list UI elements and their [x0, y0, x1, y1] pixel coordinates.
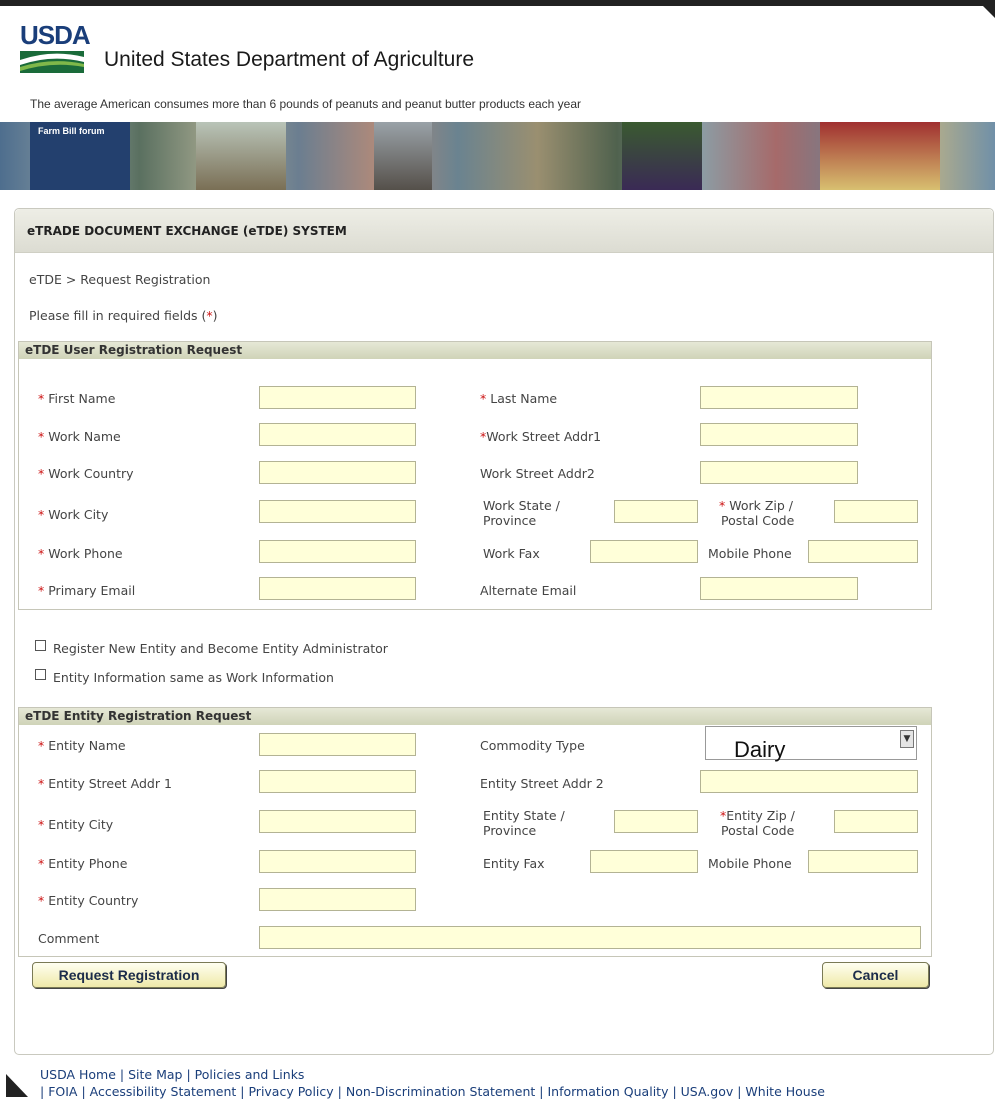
alternate-email-label: Alternate Email	[480, 583, 577, 598]
work-zip-field[interactable]	[834, 500, 918, 523]
site-map-link[interactable]: Site Map	[128, 1067, 182, 1082]
agency-name: United States Department of Agriculture	[104, 48, 475, 71]
last-name-field[interactable]	[700, 386, 858, 409]
required-instructions: Please fill in required fields (*)	[29, 308, 218, 323]
work-state-field[interactable]	[614, 500, 698, 523]
entity-country-field[interactable]	[259, 888, 416, 911]
work-city-field[interactable]	[259, 500, 416, 523]
work-street1-label: *Work Street Addr1	[480, 429, 602, 444]
logo-swoosh-icon	[20, 51, 84, 73]
request-registration-button[interactable]: Request Registration	[32, 962, 226, 988]
first-name-field[interactable]	[259, 386, 416, 409]
entity-zip-label: *Entity Zip / Postal Code	[720, 808, 795, 838]
work-street1-field[interactable]	[700, 423, 858, 446]
work-name-field[interactable]	[259, 423, 416, 446]
same-as-work-label: Entity Information same as Work Informat…	[53, 670, 334, 685]
top-border	[0, 0, 995, 6]
entity-phone-label: * Entity Phone	[38, 856, 128, 871]
work-street2-label: Work Street Addr2	[480, 466, 595, 481]
section-title: eTDE Entity Registration Request	[19, 708, 931, 725]
comment-field[interactable]	[259, 926, 921, 949]
chevron-down-icon[interactable]: ▼	[900, 730, 914, 748]
footer-links-primary: USDA Home | Site Map | Policies and Link…	[40, 1067, 305, 1082]
logo-text: USDA	[20, 20, 91, 50]
usda-logo[interactable]: USDA	[20, 20, 91, 77]
entity-street1-field[interactable]	[259, 770, 416, 793]
entity-mobile-phone-field[interactable]	[808, 850, 918, 873]
primary-email-label: * Primary Email	[38, 583, 136, 598]
section-title: eTDE User Registration Request	[19, 342, 931, 359]
commodity-type-label: Commodity Type	[480, 738, 585, 753]
footer-arrow-icon	[6, 1074, 28, 1097]
entity-city-field[interactable]	[259, 810, 416, 833]
work-state-label: Work State / Province	[483, 498, 560, 528]
banner-photo-grapes	[622, 122, 702, 190]
banner-photo-official	[374, 122, 432, 190]
mobile-phone-field[interactable]	[808, 540, 918, 563]
register-entity-checkbox[interactable]	[35, 640, 46, 651]
work-name-label: * Work Name	[38, 429, 121, 444]
banner-badge: Farm Bill forum	[38, 126, 105, 136]
breadcrumb: eTDE > Request Registration	[29, 272, 211, 287]
policies-link[interactable]: Policies and Links	[195, 1067, 305, 1082]
panel-header: eTRADE DOCUMENT EXCHANGE (eTDE) SYSTEM	[15, 209, 993, 253]
work-fax-field[interactable]	[590, 540, 698, 563]
same-as-work-checkbox[interactable]	[35, 669, 46, 680]
fun-fact: The average American consumes more than …	[30, 97, 582, 111]
entity-city-label: * Entity City	[38, 817, 114, 832]
work-fax-label: Work Fax	[483, 546, 540, 561]
register-entity-label: Register New Entity and Become Entity Ad…	[53, 641, 388, 656]
work-street2-field[interactable]	[700, 461, 858, 484]
banner-photo-farmer	[196, 122, 286, 190]
work-country-field[interactable]	[259, 461, 416, 484]
entity-mobile-phone-label: Mobile Phone	[708, 856, 792, 871]
last-name-label: * Last Name	[480, 391, 558, 406]
first-name-label: * First Name	[38, 391, 116, 406]
work-phone-field[interactable]	[259, 540, 416, 563]
work-phone-label: * Work Phone	[38, 546, 123, 561]
commodity-type-select[interactable]: Dairy ▼	[705, 726, 917, 762]
entity-street2-field[interactable]	[700, 770, 918, 793]
entity-fax-label: Entity Fax	[483, 856, 545, 871]
commodity-type-value: Dairy	[734, 737, 786, 762]
entity-phone-field[interactable]	[259, 850, 416, 873]
primary-email-field[interactable]	[259, 577, 416, 600]
usda-home-link[interactable]: USDA Home	[40, 1067, 116, 1082]
work-zip-label: * Work Zip / Postal Code	[719, 498, 795, 528]
corner-decoration	[977, 0, 995, 18]
work-city-label: * Work City	[38, 507, 109, 522]
entity-fax-field[interactable]	[590, 850, 698, 873]
comment-label: Comment	[38, 931, 100, 946]
entity-name-field[interactable]	[259, 733, 416, 756]
photo-banner: Farm Bill forum	[0, 122, 995, 190]
entity-street2-label: Entity Street Addr 2	[480, 776, 604, 791]
mobile-phone-label: Mobile Phone	[708, 546, 792, 561]
entity-country-label: * Entity Country	[38, 893, 139, 908]
entity-zip-field[interactable]	[834, 810, 918, 833]
work-country-label: * Work Country	[38, 466, 134, 481]
alternate-email-field[interactable]	[700, 577, 858, 600]
entity-street1-label: * Entity Street Addr 1	[38, 776, 172, 791]
banner-photo-people	[820, 122, 940, 190]
cancel-button[interactable]: Cancel	[822, 962, 929, 988]
panel-title: eTRADE DOCUMENT EXCHANGE (eTDE) SYSTEM	[27, 224, 347, 238]
entity-state-label: Entity State / Province	[483, 808, 565, 838]
entity-name-label: * Entity Name	[38, 738, 126, 753]
entity-state-field[interactable]	[614, 810, 698, 833]
